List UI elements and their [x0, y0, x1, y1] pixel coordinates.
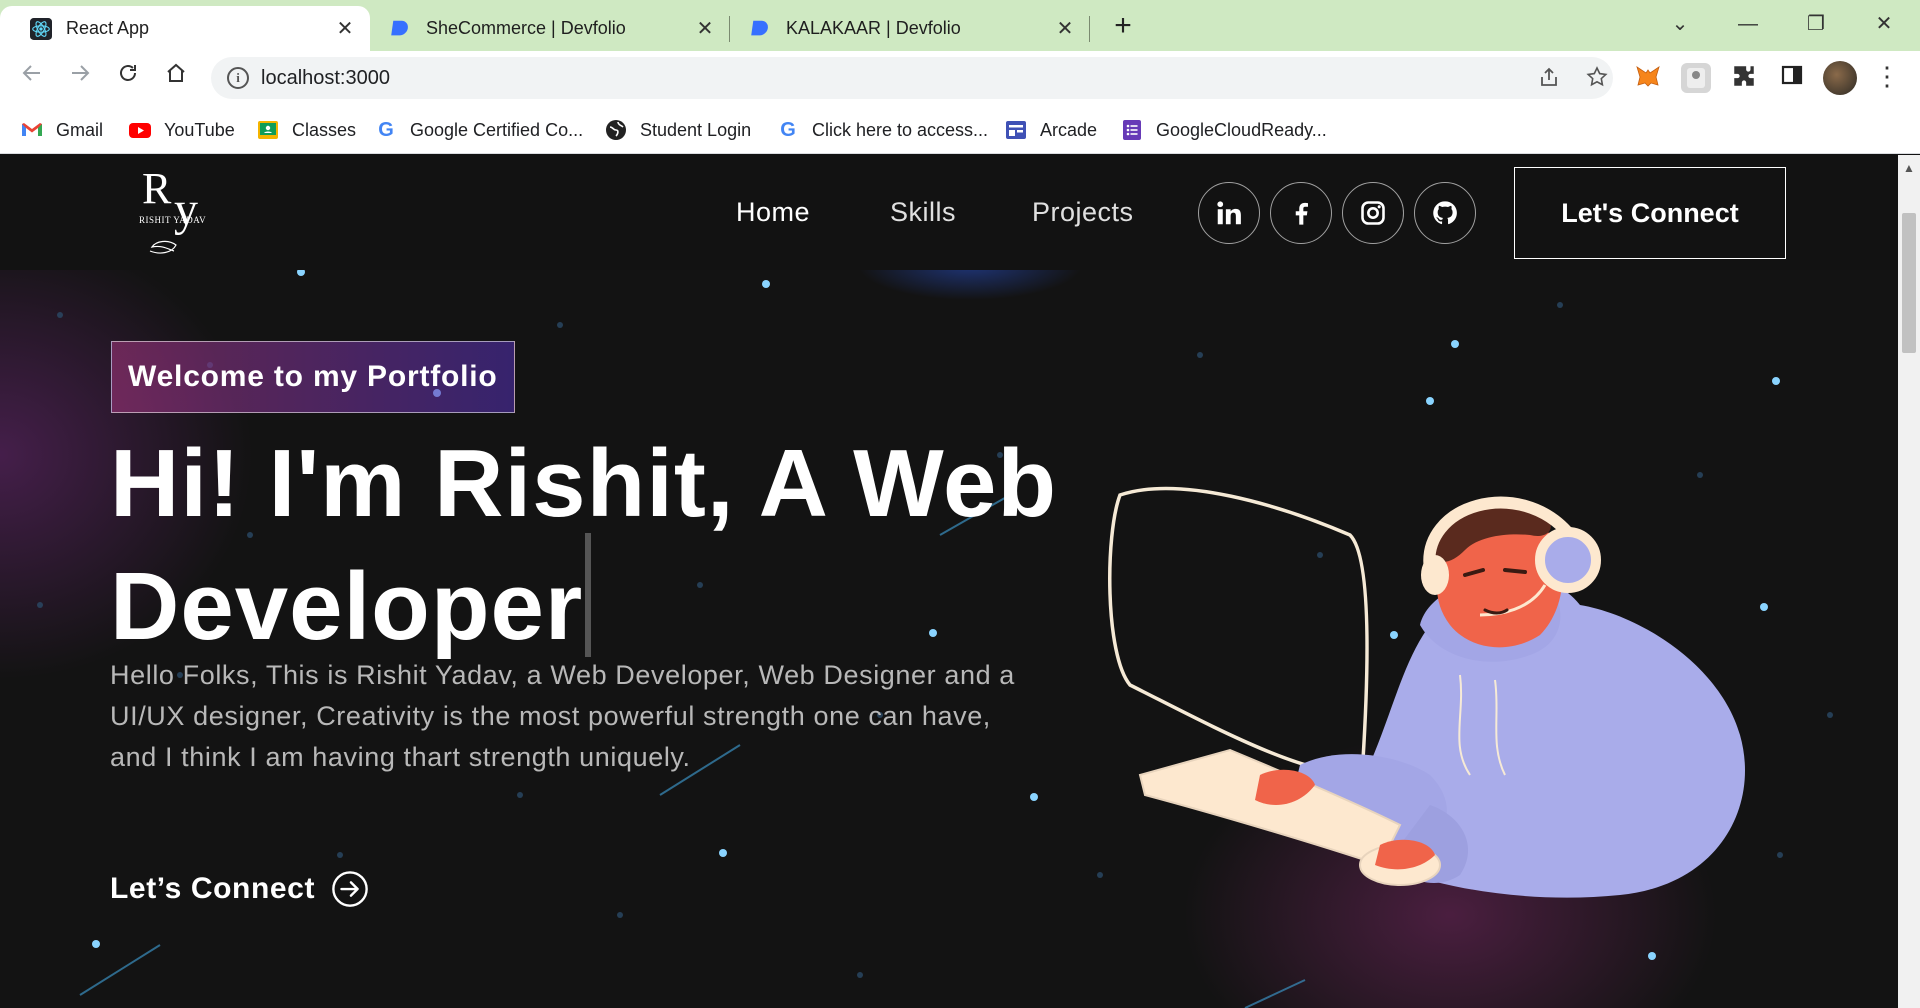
tab-search-dropdown-icon[interactable]: ⌄ — [1650, 6, 1710, 42]
arrow-right-icon — [72, 65, 90, 81]
typing-cursor — [585, 533, 592, 657]
youtube-icon — [129, 123, 151, 138]
bookmark-label: Click here to access... — [812, 119, 989, 140]
google-icon: G — [780, 118, 796, 141]
nav-link-projects[interactable]: Projects — [1032, 197, 1134, 228]
instagram-button[interactable] — [1342, 182, 1404, 244]
svg-text:RISHIT YADAV: RISHIT YADAV — [139, 215, 206, 225]
bookmark-label: GoogleCloudReady... — [1156, 119, 1327, 140]
bookmark-classes[interactable]: Classes — [256, 116, 356, 144]
close-tab-icon[interactable]: ✕ — [1054, 16, 1076, 41]
site-info-icon[interactable]: i — [227, 67, 249, 89]
hero-illustration — [1108, 486, 1745, 898]
lets-connect-button[interactable]: Let's Connect — [1514, 167, 1786, 259]
nav-link-home[interactable]: Home — [736, 197, 810, 228]
hero-headline-line2: Developer — [110, 553, 584, 660]
home-button[interactable] — [158, 60, 194, 96]
bookmark-click-here[interactable]: G Click here to access... — [776, 116, 988, 144]
svg-text:R: R — [142, 164, 172, 213]
back-button[interactable] — [14, 60, 50, 96]
bookmark-label: Arcade — [1040, 119, 1098, 140]
bookmark-label: Google Certified Co... — [410, 119, 584, 140]
address-bar[interactable]: i — [211, 57, 1613, 99]
tab-separator — [1089, 16, 1090, 42]
facebook-icon — [1295, 202, 1308, 225]
lets-connect-cta[interactable]: Let’s Connect — [110, 870, 369, 908]
site-navbar: R y RISHIT YADAV Home Skills Projects Le… — [0, 155, 1898, 270]
bookmark-youtube[interactable]: YouTube — [128, 116, 235, 144]
tab-title: SheCommerce | Devfolio — [426, 18, 626, 38]
extension-avatar-icon[interactable] — [1681, 63, 1711, 93]
github-button[interactable] — [1414, 182, 1476, 244]
react-icon — [30, 17, 52, 40]
facebook-button[interactable] — [1270, 182, 1332, 244]
extensions-puzzle-icon[interactable] — [1729, 63, 1759, 93]
linkedin-icon — [1217, 201, 1241, 225]
close-window-button[interactable]: ✕ — [1854, 6, 1914, 42]
google-icon: G — [378, 118, 394, 141]
bookmark-label: YouTube — [164, 119, 235, 140]
globe-icon — [606, 120, 626, 140]
hero-headline: Hi! I'm Rishit, A Web Developer — [110, 435, 1110, 657]
classroom-icon — [258, 121, 278, 139]
side-panel-icon[interactable] — [1777, 63, 1807, 93]
scroll-up-icon[interactable]: ▲ — [1903, 161, 1915, 175]
nav-link-skills[interactable]: Skills — [890, 197, 956, 228]
minimize-button[interactable]: — — [1718, 6, 1778, 42]
new-tab-button[interactable]: + — [1106, 10, 1140, 44]
metamask-icon[interactable] — [1633, 63, 1663, 93]
share-icon[interactable] — [1535, 65, 1563, 93]
monitor-outline — [1108, 486, 1369, 777]
home-icon — [167, 63, 185, 82]
reload-button[interactable] — [110, 60, 146, 96]
bookmark-label: Student Login — [640, 119, 752, 140]
browser-tab-strip: React App ✕ SheCommerce | Devfolio ✕ KAL… — [0, 0, 1920, 51]
bookmark-student-login[interactable]: Student Login — [604, 116, 751, 144]
forms-icon — [1123, 120, 1141, 140]
devfolio-icon — [391, 20, 408, 35]
browser-toolbar: i ⋮ — [0, 51, 1920, 106]
close-tab-icon[interactable]: ✕ — [334, 16, 356, 41]
svg-text:y: y — [174, 183, 198, 236]
bookmark-arcade[interactable]: Arcade — [1004, 116, 1097, 144]
scrollbar-thumb[interactable] — [1902, 213, 1916, 353]
bookmark-label: Classes — [292, 119, 357, 140]
linkedin-button[interactable] — [1198, 182, 1260, 244]
arrow-left-icon — [22, 65, 40, 81]
bookmarks-bar: Gmail YouTube Classes G Google Certified… — [0, 106, 1920, 154]
tab-title: KALAKAAR | Devfolio — [786, 18, 961, 38]
bookmark-google-certified[interactable]: G Google Certified Co... — [374, 116, 583, 144]
close-tab-icon[interactable]: ✕ — [694, 16, 716, 41]
url-input[interactable] — [261, 61, 1161, 95]
instagram-icon — [1361, 201, 1385, 225]
tab-react-app[interactable]: React App ✕ — [0, 6, 370, 51]
page-viewport: R y RISHIT YADAV Home Skills Projects Le… — [0, 155, 1898, 1008]
site-logo[interactable]: R y RISHIT YADAV — [136, 163, 236, 263]
forward-button[interactable] — [62, 60, 98, 96]
devfolio-icon — [751, 20, 768, 35]
github-icon — [1433, 201, 1457, 225]
profile-avatar[interactable] — [1823, 61, 1857, 95]
hero-headline-line1: Hi! I'm Rishit, A Web — [110, 430, 1057, 537]
bookmark-star-icon[interactable] — [1583, 65, 1611, 93]
hero-intro-text: Hello Folks, This is Rishit Yadav, a Web… — [110, 660, 1015, 772]
bookmark-googlecloudready[interactable]: GoogleCloudReady... — [1120, 116, 1327, 144]
arrow-right-circle-icon — [332, 871, 368, 907]
gmail-icon — [22, 123, 42, 136]
tab-title: React App — [66, 18, 150, 38]
page-scrollbar[interactable]: ▲ — [1898, 155, 1920, 1008]
bookmark-gmail[interactable]: Gmail — [20, 116, 103, 144]
tab-shecommerce[interactable]: SheCommerce | Devfolio ✕ — [360, 6, 730, 51]
bookmark-label: Gmail — [56, 119, 104, 140]
reload-icon — [120, 65, 136, 81]
tab-kalakaar[interactable]: KALAKAAR | Devfolio ✕ — [720, 6, 1090, 51]
restore-button[interactable]: ❐ — [1786, 6, 1846, 42]
arcade-icon — [1006, 121, 1026, 139]
more-menu-icon[interactable]: ⋮ — [1872, 63, 1902, 93]
cta-label: Let’s Connect — [110, 872, 316, 905]
welcome-tagline: Welcome to my Portfolio — [111, 341, 515, 413]
